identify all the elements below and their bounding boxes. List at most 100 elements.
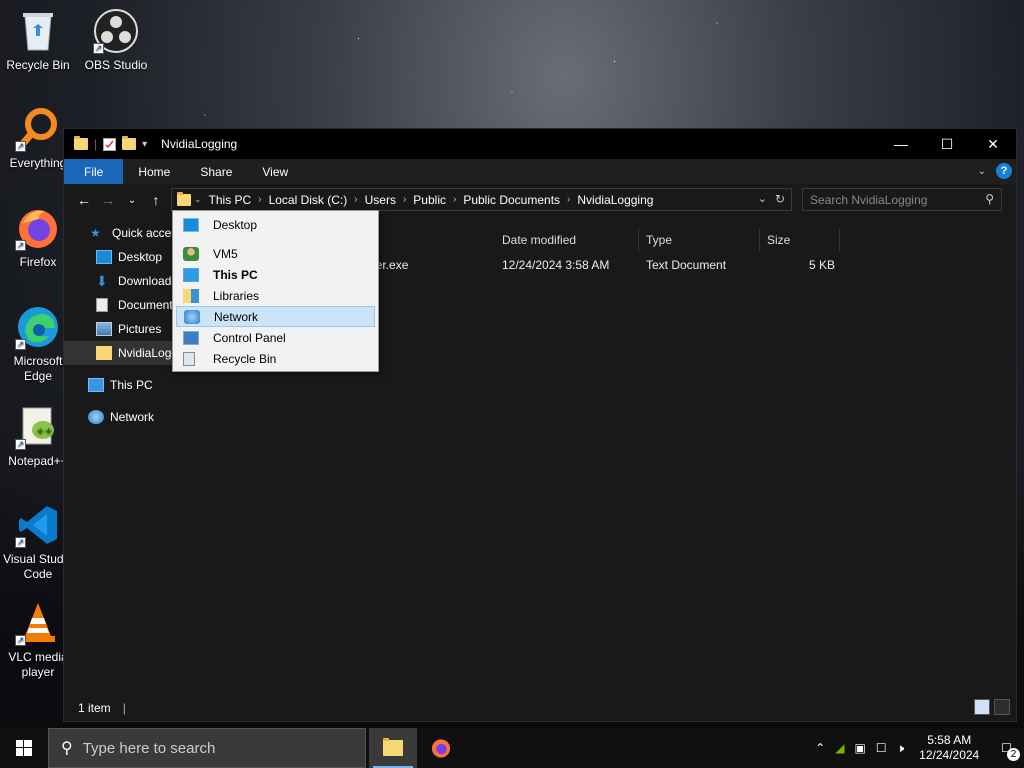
this-pc-icon: [88, 378, 104, 392]
window-controls: — ☐ ✕: [878, 129, 1016, 159]
breadcrumb-separator-icon[interactable]: ›: [450, 194, 459, 205]
customize-toolbar-icon[interactable]: ▾: [142, 139, 147, 150]
desktop-icon: [183, 217, 199, 232]
clock-date: 12/24/2024: [919, 748, 980, 762]
shortcut-arrow-icon: ↗: [15, 537, 26, 548]
new-folder-icon[interactable]: [122, 136, 137, 150]
view-switcher: [974, 699, 1010, 715]
quick-access-toolbar: | ▾: [64, 136, 147, 151]
obs-studio-icon: ↗: [93, 8, 139, 54]
menu-item-desktop[interactable]: Desktop: [176, 214, 375, 235]
shortcut-arrow-icon: ↗: [15, 240, 26, 251]
menu-item-this-pc[interactable]: This PC: [176, 264, 375, 285]
volume-muted-icon[interactable]: 🕨: [892, 741, 910, 756]
menu-item-label: VM5: [213, 246, 238, 261]
breadcrumb-public[interactable]: Public: [409, 193, 450, 207]
show-hidden-icons-chevron-icon[interactable]: ⌃: [810, 741, 830, 755]
taskbar-search-input[interactable]: ⚲ Type here to search: [48, 728, 366, 768]
search-icon: ⚲: [985, 192, 994, 206]
up-button[interactable]: ↑: [144, 192, 168, 208]
location-dropdown-chevron-icon[interactable]: ⌄: [191, 194, 205, 205]
breadcrumb-separator-icon[interactable]: ›: [255, 194, 264, 205]
nav-item-label: Downloads: [118, 274, 178, 288]
folder-icon: [74, 136, 88, 150]
maximize-button[interactable]: ☐: [924, 129, 970, 159]
menu-item-recycle-bin[interactable]: Recycle Bin: [176, 348, 375, 369]
item-count: 1 item: [78, 700, 111, 715]
tab-share[interactable]: Share: [185, 159, 247, 184]
nvidia-icon[interactable]: ◢: [830, 741, 849, 755]
nav-item-label: Desktop: [118, 250, 163, 264]
tab-view[interactable]: View: [247, 159, 303, 184]
breadcrumb-separator-icon[interactable]: ›: [400, 194, 409, 205]
breadcrumb-this-pc[interactable]: This PC: [205, 193, 256, 207]
shortcut-arrow-icon: ↗: [15, 339, 26, 350]
search-input[interactable]: Search NvidiaLogging ⚲: [802, 188, 1002, 211]
breadcrumb-public-documents[interactable]: Public Documents: [459, 193, 564, 207]
start-button[interactable]: [0, 728, 48, 768]
address-history-chevron-icon[interactable]: ⌄: [758, 192, 767, 205]
close-button[interactable]: ✕: [970, 129, 1016, 159]
breadcrumb-nvidialogging[interactable]: NvidiaLogging: [573, 193, 657, 207]
libraries-icon: [183, 288, 199, 303]
large-icons-view-icon[interactable]: [994, 699, 1010, 715]
window-title: NvidiaLogging: [161, 137, 238, 151]
menu-item-libraries[interactable]: Libraries: [176, 285, 375, 306]
menu-item-label: This PC: [213, 267, 258, 282]
desktop-icon-recycle-bin[interactable]: Recycle Bin: [0, 8, 76, 73]
column-header-size[interactable]: Size: [761, 228, 840, 252]
breadcrumb-local-disk[interactable]: Local Disk (C:): [265, 193, 352, 207]
menu-item-label: Desktop: [213, 217, 258, 232]
menu-item-vm5[interactable]: VM5: [176, 243, 375, 264]
security-icon[interactable]: ▣: [850, 741, 871, 755]
recent-locations-button[interactable]: ⌄: [120, 195, 144, 206]
menu-item-control-panel[interactable]: Control Panel: [176, 327, 375, 348]
address-bar[interactable]: ⌄ This PC › Local Disk (C:) › Users › Pu…: [171, 188, 792, 211]
location-dropdown-menu: Desktop VM5 This PC Libraries Network Co…: [172, 210, 379, 372]
menu-item-network[interactable]: Network: [176, 306, 375, 327]
search-placeholder: Search NvidiaLogging: [810, 192, 928, 207]
details-view-icon[interactable]: [974, 699, 990, 715]
nav-item-network[interactable]: Network: [64, 405, 221, 429]
clock-time: 5:58 AM: [927, 733, 972, 747]
vscode-icon: ↗: [15, 502, 61, 548]
expand-ribbon-icon[interactable]: ⌄: [978, 166, 986, 177]
control-panel-icon: [183, 330, 199, 345]
notification-center-icon[interactable]: ☐ 2: [989, 741, 1024, 761]
network-icon: [88, 410, 104, 424]
download-icon: ⬇: [96, 273, 108, 289]
column-header-date-modified[interactable]: Date modified: [496, 228, 639, 252]
tab-home[interactable]: Home: [123, 159, 185, 184]
pictures-icon: [96, 322, 112, 336]
recycle-bin-icon: [183, 351, 195, 366]
menu-item-label: Control Panel: [213, 330, 286, 345]
breadcrumb-users[interactable]: Users: [361, 193, 400, 207]
shortcut-arrow-icon: ↗: [15, 635, 26, 646]
desktop-icon-obs-studio[interactable]: ↗ OBS Studio: [78, 8, 154, 73]
shortcut-arrow-icon: ↗: [93, 43, 104, 54]
desktop-icon: [96, 250, 112, 264]
help-icon[interactable]: ?: [996, 163, 1012, 179]
minimize-button[interactable]: —: [878, 129, 924, 159]
vlc-icon: ↗: [15, 600, 61, 646]
status-divider: |: [122, 700, 126, 715]
nav-item-this-pc[interactable]: This PC: [64, 373, 221, 397]
network-status-icon[interactable]: ☐: [871, 741, 892, 755]
taskbar-file-explorer[interactable]: [369, 728, 417, 768]
back-button[interactable]: ←: [72, 192, 96, 208]
breadcrumb-separator-icon[interactable]: ›: [564, 194, 573, 205]
system-tray: ⌃ ◢ ▣ ☐ 🕨 5:58 AM 12/24/2024 ☐ 2: [810, 728, 1024, 768]
menu-separator: [173, 235, 378, 243]
tab-file[interactable]: File: [64, 159, 124, 184]
properties-icon[interactable]: [103, 137, 117, 151]
forward-button[interactable]: →: [96, 192, 120, 208]
refresh-icon[interactable]: ↻: [775, 192, 785, 206]
clock[interactable]: 5:58 AM 12/24/2024: [909, 733, 989, 763]
title-bar: | ▾ NvidiaLogging — ☐ ✕: [64, 129, 1016, 159]
taskbar-firefox[interactable]: [417, 728, 465, 768]
breadcrumb-separator-icon[interactable]: ›: [351, 194, 360, 205]
folder-icon: [96, 346, 112, 360]
column-header-type[interactable]: Type: [640, 228, 760, 252]
recycle-bin-icon: [15, 8, 61, 54]
firefox-icon: [431, 739, 451, 758]
